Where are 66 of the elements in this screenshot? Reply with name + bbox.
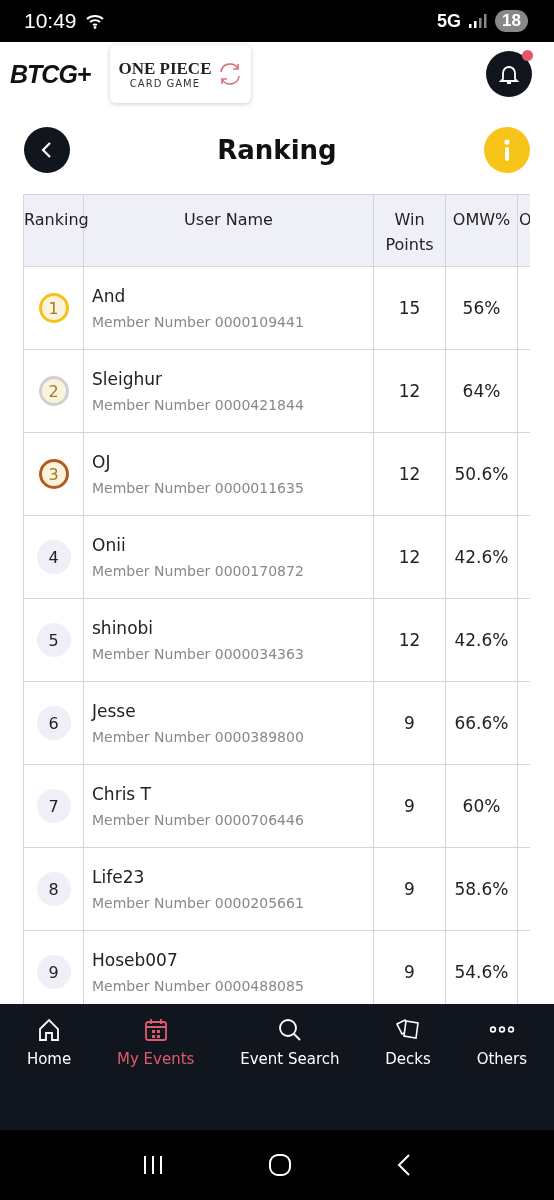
table-cell: 9: [373, 764, 446, 848]
user-name: shinobi: [92, 618, 155, 638]
clock-time: 10:49: [24, 9, 77, 33]
back-button[interactable]: [24, 127, 70, 173]
more-icon: [487, 1026, 516, 1033]
user-name: And: [92, 286, 127, 306]
table-cell: 64%: [445, 349, 518, 433]
table-cell: 50.6%: [445, 432, 518, 516]
table-cell: 12: [373, 598, 446, 682]
table-cell: 9: [373, 847, 446, 931]
table-cell: 12: [373, 432, 446, 516]
member-number: Member Number 0000011635: [92, 480, 305, 496]
nav-tab[interactable]: Others: [476, 1016, 528, 1068]
user-name: Sleighur: [92, 369, 164, 389]
rank-badge: 6: [36, 706, 71, 740]
member-number: Member Number 0000706446: [92, 812, 305, 828]
logo-subtitle: CARD GAME: [129, 77, 201, 89]
rank-badge: 9: [36, 955, 71, 989]
member-number: Member Number 0000170872: [92, 563, 305, 579]
rank-badge: 4: [36, 540, 71, 574]
signal-icon: [469, 14, 488, 28]
info-icon: [503, 138, 511, 162]
table-cell: 66.6%: [445, 681, 518, 765]
member-number: Member Number 0000109441: [92, 314, 305, 330]
network-type: 5G: [437, 10, 462, 32]
user-name: Chris T: [92, 784, 152, 804]
table-cell: 58.6%: [445, 847, 518, 931]
table-cell: 12: [373, 515, 446, 599]
member-number: Member Number 0000205661: [92, 895, 305, 911]
nav-tab[interactable]: My Events: [117, 1016, 195, 1068]
nav-tab[interactable]: Event Search: [240, 1016, 340, 1068]
column-header: O: [517, 194, 530, 267]
member-number: Member Number 0000421844: [92, 397, 305, 413]
rank-badge: 7: [36, 789, 71, 823]
table-cell: 12: [373, 349, 446, 433]
table-cell: 9: [373, 681, 446, 765]
rank-badge: 2: [38, 376, 69, 406]
notification-button[interactable]: [486, 51, 532, 97]
table-cell: 42.6%: [445, 515, 518, 599]
rank-badge: 5: [36, 623, 71, 657]
nav-tab[interactable]: Decks: [385, 1016, 431, 1068]
table-cell: 56%: [445, 266, 518, 350]
user-name: Onii: [92, 535, 127, 555]
recent-apps-icon[interactable]: [142, 1154, 164, 1176]
column-header: Win Points: [373, 194, 446, 267]
nav-tab[interactable]: Home: [26, 1016, 72, 1068]
member-number: Member Number 0000034363: [92, 646, 305, 662]
user-name: Hoseb007: [92, 950, 179, 970]
logo-title: ONE PIECE: [118, 59, 212, 78]
rank-badge: 1: [38, 293, 69, 323]
rank-badge: 3: [38, 459, 69, 489]
table-cell: 42.6%: [445, 598, 518, 682]
column-header: OMW%: [445, 194, 518, 267]
back-icon[interactable]: [396, 1153, 412, 1177]
battery-level: 18: [495, 10, 528, 32]
wifi-icon: [84, 13, 105, 29]
table-cell: 15: [373, 266, 446, 350]
rank-badge: 8: [36, 872, 71, 906]
user-name: Life23: [92, 867, 146, 887]
app-logo: BTCG+: [10, 59, 91, 89]
member-number: Member Number 0000389800: [92, 729, 305, 745]
page-title: Ranking: [216, 135, 338, 165]
user-name: Jesse: [92, 701, 137, 721]
member-number: Member Number 0000488085: [92, 978, 305, 994]
table-cell: 60%: [445, 764, 518, 848]
user-name: OJ: [92, 452, 112, 472]
